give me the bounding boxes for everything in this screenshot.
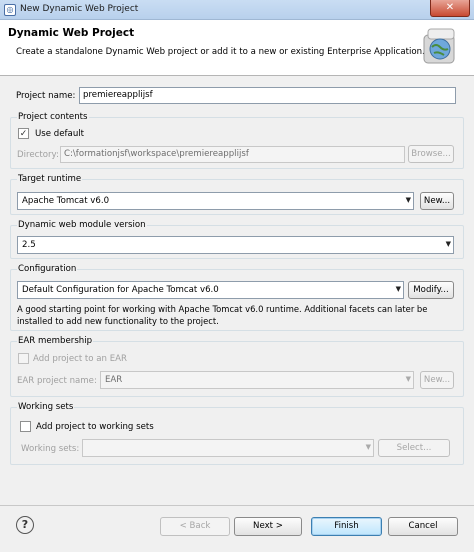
add-to-working-sets-label: Add project to working sets xyxy=(36,422,154,432)
configuration-select[interactable]: Default Configuration for Apache Tomcat … xyxy=(17,281,404,299)
close-button[interactable]: ✕ xyxy=(430,0,470,17)
modify-button[interactable]: Modify... xyxy=(408,281,454,299)
target-runtime-value: Apache Tomcat v6.0 xyxy=(22,196,110,206)
module-version-select[interactable]: 2.5 ▼ xyxy=(17,236,454,254)
use-default-checkbox[interactable]: ✓ xyxy=(18,128,29,139)
ear-project-name-value: EAR xyxy=(105,375,123,385)
configuration-description-line1: A good starting point for working with A… xyxy=(17,304,428,314)
configuration-title: Configuration xyxy=(17,264,78,274)
back-button[interactable]: < Back xyxy=(160,517,230,536)
ear-project-name-select[interactable]: EAR ▼ xyxy=(100,371,414,389)
working-sets-title: Working sets xyxy=(17,402,75,412)
module-version-title: Dynamic web module version xyxy=(17,220,147,230)
chevron-down-icon: ▼ xyxy=(405,196,411,204)
chevron-down-icon: ▼ xyxy=(405,375,411,383)
project-name-input[interactable]: premiereapplijsf xyxy=(79,87,456,104)
project-name-label: Project name: xyxy=(16,91,76,101)
directory-label: Directory: xyxy=(17,150,59,160)
configuration-value: Default Configuration for Apache Tomcat … xyxy=(22,285,219,295)
module-version-value: 2.5 xyxy=(22,240,36,250)
project-contents-title: Project contents xyxy=(17,112,89,122)
project-name-value: premiereapplijsf xyxy=(83,90,153,100)
web-project-icon xyxy=(423,28,455,64)
chevron-down-icon: ▼ xyxy=(395,285,401,293)
working-sets-label: Working sets: xyxy=(21,444,80,454)
cancel-button[interactable]: Cancel xyxy=(388,517,458,536)
ear-new-button[interactable]: New... xyxy=(420,371,454,389)
footer-separator xyxy=(0,505,474,506)
target-runtime-title: Target runtime xyxy=(17,174,83,184)
add-to-ear-label: Add project to an EAR xyxy=(33,354,128,364)
use-default-label: Use default xyxy=(35,129,85,139)
working-sets-select-button[interactable]: Select... xyxy=(378,439,450,457)
eclipse-icon: ◎ xyxy=(4,4,16,16)
next-button[interactable]: Next > xyxy=(234,517,302,536)
add-to-working-sets-checkbox[interactable] xyxy=(20,421,31,432)
configuration-description-line2: installed to add new functionality to th… xyxy=(17,316,219,326)
chevron-down-icon: ▼ xyxy=(365,443,371,451)
target-runtime-select[interactable]: Apache Tomcat v6.0 ▼ xyxy=(17,192,414,210)
chevron-down-icon: ▼ xyxy=(445,240,451,248)
page-description: Create a standalone Dynamic Web project … xyxy=(16,47,425,57)
directory-value: C:\formationjsf\workspace\premiereapplij… xyxy=(64,149,249,159)
runtime-new-button[interactable]: New... xyxy=(420,192,454,210)
ear-membership-title: EAR membership xyxy=(17,336,94,346)
help-icon[interactable]: ? xyxy=(16,516,34,534)
ear-project-name-label: EAR project name: xyxy=(17,376,97,386)
page-title: Dynamic Web Project xyxy=(8,27,135,39)
working-sets-select[interactable]: ▼ xyxy=(82,439,374,457)
window-title: New Dynamic Web Project xyxy=(20,4,139,14)
directory-input[interactable]: C:\formationjsf\workspace\premiereapplij… xyxy=(60,146,405,163)
finish-button[interactable]: Finish xyxy=(311,517,382,536)
add-to-ear-checkbox[interactable] xyxy=(18,353,29,364)
browse-button[interactable]: Browse... xyxy=(408,145,454,163)
